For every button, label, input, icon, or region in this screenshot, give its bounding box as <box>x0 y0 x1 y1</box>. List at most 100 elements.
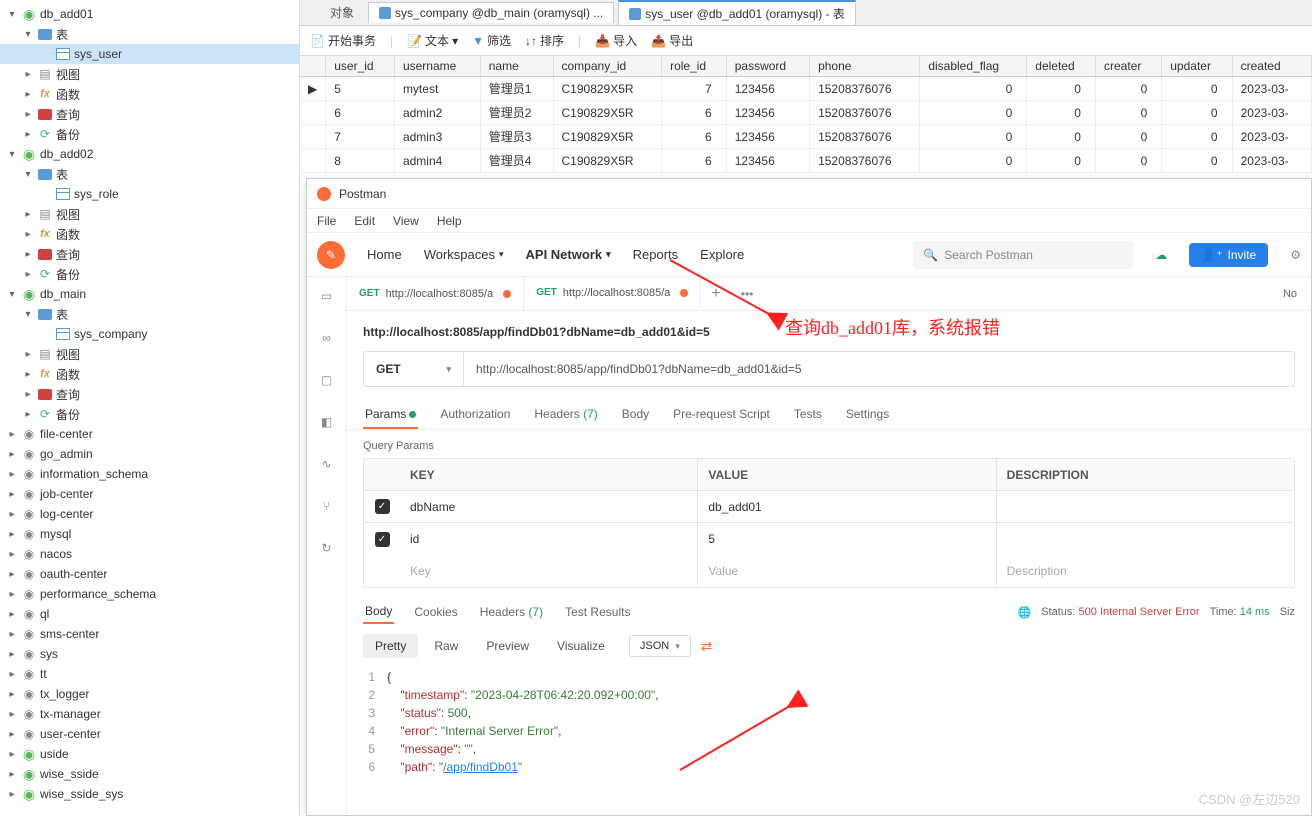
globe-icon[interactable]: 🌐 <box>1018 606 1032 619</box>
query-param-row[interactable]: ✓ dbNamedb_add01 <box>364 491 1294 523</box>
param-key[interactable]: id <box>400 532 697 546</box>
param-value[interactable]: db_add01 <box>697 491 995 522</box>
import-button[interactable]: 📥 导入 <box>595 32 637 49</box>
tree-backups[interactable]: ▸⟳备份 <box>0 124 299 144</box>
param-value[interactable]: 5 <box>697 523 995 555</box>
col-role_id[interactable]: role_id <box>662 56 727 77</box>
tree-tables[interactable]: ▾表 <box>0 24 299 44</box>
settings-icon[interactable]: ⚙ <box>1290 248 1301 262</box>
search-input[interactable]: 🔍Search Postman <box>913 241 1133 269</box>
collections-icon[interactable]: ▭ <box>318 287 336 305</box>
tree-table-sys-user[interactable]: sys_user <box>0 44 299 64</box>
view-pretty[interactable]: Pretty <box>363 634 418 658</box>
col-company_id[interactable]: company_id <box>553 56 662 77</box>
nav-workspaces[interactable]: Workspaces ▾ <box>424 247 504 262</box>
col-disabled_flag[interactable]: disabled_flag <box>920 56 1027 77</box>
tree-table-sys-company[interactable]: sys_company <box>0 324 299 344</box>
tree-functions[interactable]: ▸fx函数 <box>0 364 299 384</box>
value-placeholder[interactable]: Value <box>697 555 995 587</box>
tree-db-user-center[interactable]: ▸◉user-center <box>0 724 299 744</box>
menu-edit[interactable]: Edit <box>354 214 375 228</box>
text-button[interactable]: 📝 文本 ▾ <box>407 32 458 49</box>
table-row[interactable]: ▶5mytest管理员1C190829X5R712345615208376076… <box>300 77 1312 101</box>
history-icon[interactable]: ↻ <box>318 539 336 557</box>
sort-button[interactable]: ↓↑ 排序 <box>525 32 564 49</box>
tree-db-job-center[interactable]: ▸◉job-center <box>0 484 299 504</box>
desc-placeholder[interactable]: Description <box>996 555 1294 587</box>
tab-tests[interactable]: Tests <box>792 401 824 429</box>
method-select[interactable]: GET▾ <box>364 352 464 386</box>
tab-settings[interactable]: Settings <box>844 401 891 429</box>
col-name[interactable]: name <box>480 56 553 77</box>
environments-icon[interactable]: ▢ <box>318 371 336 389</box>
tree-db-nacos[interactable]: ▸◉nacos <box>0 544 299 564</box>
tree-functions[interactable]: ▸fx函数 <box>0 224 299 244</box>
tree-queries[interactable]: ▸查询 <box>0 244 299 264</box>
tree-db-tx-manager[interactable]: ▸◉tx-manager <box>0 704 299 724</box>
tree-views[interactable]: ▸▤视图 <box>0 204 299 224</box>
checkbox-icon[interactable]: ✓ <box>375 499 390 514</box>
tree-backups[interactable]: ▸⟳备份 <box>0 264 299 284</box>
tab-sys-user[interactable]: sys_user @db_add01 (oramysql) - 表 <box>618 0 856 25</box>
col-updater[interactable]: updater <box>1162 56 1232 77</box>
tree-views[interactable]: ▸▤视图 <box>0 64 299 84</box>
export-button[interactable]: 📤 导出 <box>651 32 693 49</box>
tree-db-sys[interactable]: ▸◉sys <box>0 644 299 664</box>
tree-views[interactable]: ▸▤视图 <box>0 344 299 364</box>
nav-api-network[interactable]: API Network ▾ <box>526 247 611 262</box>
tree-db-add02[interactable]: ▾◉db_add02 <box>0 144 299 164</box>
col-user_id[interactable]: user_id <box>326 56 395 77</box>
tab-objects[interactable]: 对象 <box>320 0 364 25</box>
tree-db-information_schema[interactable]: ▸◉information_schema <box>0 464 299 484</box>
monitors-icon[interactable]: ∿ <box>318 455 336 473</box>
menu-view[interactable]: View <box>393 214 419 228</box>
view-preview[interactable]: Preview <box>474 634 541 658</box>
param-desc[interactable] <box>996 491 1294 522</box>
response-body[interactable]: 1{ 2 "timestamp": "2023-04-28T06:42:20.0… <box>347 668 1311 786</box>
tree-db-add01[interactable]: ▾◉db_add01 <box>0 4 299 24</box>
nav-home[interactable]: Home <box>367 247 402 262</box>
apis-icon[interactable]: ∞ <box>318 329 336 347</box>
key-placeholder[interactable]: Key <box>400 564 697 578</box>
query-param-row[interactable]: ✓id5 <box>364 523 1294 555</box>
tree-functions[interactable]: ▸fx函数 <box>0 84 299 104</box>
sync-icon[interactable]: ☁ <box>1155 248 1167 262</box>
menu-file[interactable]: File <box>317 214 336 228</box>
nav-reports[interactable]: Reports <box>633 247 679 262</box>
nav-explore[interactable]: Explore <box>700 247 744 262</box>
tree-db-oauth-center[interactable]: ▸◉oauth-center <box>0 564 299 584</box>
tree-db-go_admin[interactable]: ▸◉go_admin <box>0 444 299 464</box>
col-creater[interactable]: creater <box>1095 56 1161 77</box>
param-desc[interactable] <box>996 523 1294 555</box>
tree-db-log-center[interactable]: ▸◉log-center <box>0 504 299 524</box>
tree-tables[interactable]: ▾表 <box>0 304 299 324</box>
menu-help[interactable]: Help <box>437 214 462 228</box>
tree-db-sms-center[interactable]: ▸◉sms-center <box>0 624 299 644</box>
resp-body[interactable]: Body <box>363 600 394 624</box>
tree-db-tx_logger[interactable]: ▸◉tx_logger <box>0 684 299 704</box>
new-tab-button[interactable]: + <box>701 277 730 310</box>
tree-tables[interactable]: ▾表 <box>0 164 299 184</box>
view-visualize[interactable]: Visualize <box>545 634 617 658</box>
tab-options-icon[interactable]: ••• <box>731 277 764 310</box>
tree-db-file-center[interactable]: ▸◉file-center <box>0 424 299 444</box>
col-password[interactable]: password <box>726 56 809 77</box>
request-tab-2[interactable]: GEThttp://localhost:8085/a <box>524 277 701 310</box>
tree-db-main[interactable]: ▾◉db_main <box>0 284 299 304</box>
tree-db-uside[interactable]: ▸◉uside <box>0 744 299 764</box>
table-row[interactable]: 7admin3管理员3C190829X5R6123456152083760760… <box>300 125 1312 149</box>
col-deleted[interactable]: deleted <box>1027 56 1096 77</box>
tree-db-performance_schema[interactable]: ▸◉performance_schema <box>0 584 299 604</box>
resp-cookies[interactable]: Cookies <box>412 601 459 623</box>
param-key[interactable]: dbName <box>400 500 697 514</box>
tree-queries[interactable]: ▸查询 <box>0 104 299 124</box>
tree-db-mysql[interactable]: ▸◉mysql <box>0 524 299 544</box>
col-phone[interactable]: phone <box>810 56 920 77</box>
begin-transaction-button[interactable]: 📄 开始事务 <box>310 32 376 49</box>
db-tree-panel[interactable]: ▾◉db_add01 ▾表 sys_user ▸▤视图 ▸fx函数 ▸查询 ▸⟳… <box>0 0 300 816</box>
table-row[interactable]: 6admin2管理员2C190829X5R6123456152083760760… <box>300 101 1312 125</box>
tree-db-wise_sside_sys[interactable]: ▸◉wise_sside_sys <box>0 784 299 804</box>
tree-queries[interactable]: ▸查询 <box>0 384 299 404</box>
table-row[interactable]: 8admin4管理员4C190829X5R6123456152083760760… <box>300 149 1312 173</box>
flows-icon[interactable]: ⑂ <box>318 497 336 515</box>
